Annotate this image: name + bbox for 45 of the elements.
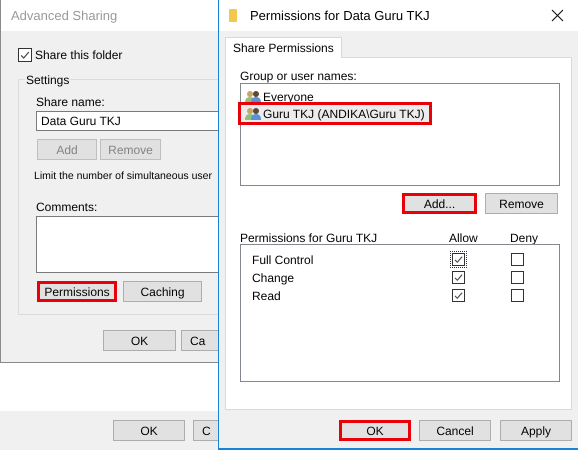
- permission-name: Change: [252, 271, 294, 285]
- users-icon: [245, 107, 261, 120]
- checkbox[interactable]: [450, 269, 467, 286]
- button[interactable]: Add...: [402, 193, 477, 214]
- checkmark-icon: [453, 272, 464, 283]
- checkbox[interactable]: [511, 289, 524, 302]
- close-icon[interactable]: [551, 9, 564, 22]
- permission-name: Read: [252, 289, 281, 303]
- list-item[interactable]: Guru TKJ (ANDIKA\Guru TKJ): [241, 105, 429, 122]
- checkbox-label: Share this folder: [35, 47, 122, 64]
- window-title: Permissions for Data Guru TKJ: [250, 6, 430, 25]
- button[interactable]: OK: [103, 330, 176, 351]
- window-title: Advanced Sharing: [11, 6, 118, 25]
- button[interactable]: Caching: [123, 281, 202, 302]
- button[interactable]: Cancel: [419, 420, 491, 441]
- list-item[interactable]: Everyone: [241, 88, 559, 105]
- user-name: Everyone: [263, 88, 314, 106]
- input-field[interactable]: Data Guru TKJ: [36, 111, 218, 131]
- button[interactable]: Remove: [485, 193, 558, 214]
- checkbox[interactable]: [450, 251, 467, 268]
- info-text: Limit the number of simultaneous user: [34, 169, 212, 184]
- folder-icon: [229, 9, 237, 22]
- button[interactable]: C: [193, 420, 218, 441]
- users-icon: [245, 90, 261, 103]
- comments-field[interactable]: [36, 216, 218, 273]
- button[interactable]: OK: [339, 420, 411, 441]
- user-name: Guru TKJ (ANDIKA\Guru TKJ): [263, 106, 425, 122]
- button[interactable]: Ca: [181, 330, 218, 351]
- section-label: Permissions for Guru TKJ: [240, 230, 378, 247]
- checkmark-icon: [453, 290, 464, 301]
- permission-name: Full Control: [252, 253, 314, 267]
- checkbox[interactable]: [511, 271, 524, 284]
- column-header: Deny: [510, 230, 538, 247]
- checkbox[interactable]: [18, 48, 32, 62]
- section-label: Group or user names:: [240, 68, 357, 85]
- button[interactable]: Apply: [500, 420, 572, 441]
- button[interactable]: Permissions: [37, 281, 117, 302]
- field-label: Comments:: [36, 200, 98, 214]
- checkbox[interactable]: [450, 287, 467, 304]
- button[interactable]: OK: [113, 420, 185, 441]
- field-label: Share name:: [36, 94, 105, 111]
- checkbox[interactable]: [511, 253, 524, 266]
- column-header: Allow: [449, 230, 478, 247]
- checkmark-icon: [453, 254, 464, 265]
- tab[interactable]: Share Permissions: [225, 37, 342, 58]
